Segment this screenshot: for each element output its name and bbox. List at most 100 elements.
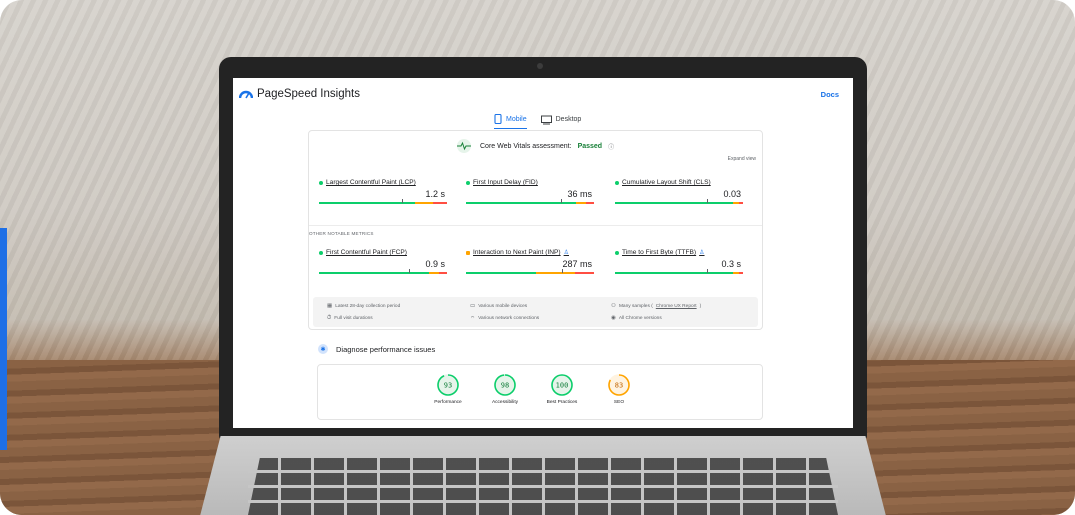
person-icon: ♙ (563, 250, 569, 256)
wifi-icon: ⌔ (470, 316, 476, 322)
score-seo[interactable]: 83 SEO (589, 373, 649, 405)
score-gauge: 100 (551, 374, 573, 396)
status-square (466, 250, 470, 255)
info-samples-suffix: ) (699, 303, 702, 309)
tab-mobile-label: Mobile (506, 115, 527, 123)
metric-fcp-label[interactable]: First Contentful Paint (FCP) (319, 249, 447, 256)
bar-good-segment (466, 272, 537, 274)
expand-view-link[interactable]: Expand view (728, 156, 756, 162)
bar-poor-segment (439, 272, 447, 274)
bar-poor-segment (586, 202, 594, 204)
person-icon: ♙ (699, 250, 705, 256)
tab-mobile[interactable]: Mobile (494, 114, 527, 129)
metric-lcp-text: Largest Contentful Paint (LCP) (326, 179, 416, 186)
info-versions: ◉ All Chrome versions (611, 315, 662, 321)
status-dot (615, 180, 619, 185)
top-bar: PageSpeed Insights Docs (233, 78, 853, 110)
metric-ttfb-value: 0.3 s (721, 259, 741, 269)
metric-cls-value: 0.03 (723, 189, 741, 199)
bar-average-segment (415, 202, 433, 204)
metric-fcp: First Contentful Paint (FCP) 0.9 s (319, 249, 447, 274)
other-metrics-heading: OTHER NOTABLE METRICS (309, 231, 374, 236)
status-dot (466, 180, 470, 185)
info-versions-text: All Chrome versions (618, 315, 662, 321)
collection-info-box: ▦ Latest 28-day collection period ⏱ Full v… (313, 297, 758, 327)
webcam-icon (537, 63, 543, 69)
bar-average-segment (576, 202, 587, 204)
metric-fid: First Input Delay (FID) 36 ms (466, 179, 594, 204)
score-label: SEO (613, 400, 625, 405)
score-performance[interactable]: 93 Performance (418, 373, 478, 405)
device-tabs: Mobile Desktop (494, 114, 581, 129)
metric-inp: Interaction to Next Paint (INP) ♙ 287 ms (466, 249, 594, 274)
bar-marker (560, 199, 562, 203)
tab-desktop[interactable]: Desktop (540, 114, 581, 129)
diagnose-heading: ✱ Diagnose performance issues (318, 344, 435, 354)
metric-cls-text: Cumulative Layout Shift (CLS) (622, 179, 711, 186)
diagnose-label: Diagnose performance issues (336, 344, 436, 354)
metric-ttfb: Time to First Byte (TTFB) ♙ 0.3 s (615, 249, 743, 274)
bar-marker (707, 199, 709, 203)
metric-ttfb-bar (615, 269, 743, 274)
bar-marker (562, 269, 563, 273)
score-value: 98 (501, 382, 509, 390)
status-dot (615, 250, 619, 255)
bar-good-segment (615, 272, 733, 274)
info-devices-text: Various mobile devices (478, 303, 528, 309)
field-data-card: Core Web Vitals assessment: Passed ⓘ Exp… (308, 130, 763, 330)
bar-good-segment (615, 202, 733, 204)
app-title: PageSpeed Insights (257, 88, 360, 100)
bar-poor-segment (739, 202, 743, 204)
metric-inp-value: 287 ms (562, 259, 592, 269)
status-dot (319, 250, 323, 255)
devices-icon: ▭ (470, 303, 476, 309)
score-label: Best Practices (546, 400, 578, 405)
cwv-assessment: Core Web Vitals assessment: Passed ⓘ (454, 139, 614, 153)
metric-cls-label[interactable]: Cumulative Layout Shift (CLS) (615, 179, 743, 186)
score-best-practices[interactable]: 100 Best Practices (532, 373, 592, 405)
bar-marker (402, 199, 404, 203)
metric-inp-label[interactable]: Interaction to Next Paint (INP) ♙ (466, 249, 594, 256)
score-gauge: 93 (437, 374, 459, 396)
background-photo: PageSpeed Insights Docs Mobile Desktop C… (0, 0, 1075, 515)
bar-poor-segment (432, 202, 447, 204)
info-durations: ⏱ Full visit durations (327, 315, 373, 322)
score-label: Performance (434, 400, 462, 405)
bar-marker (408, 269, 410, 273)
metric-ttfb-label[interactable]: Time to First Byte (TTFB) ♙ (615, 249, 743, 256)
chrome-ux-report-link[interactable]: Chrome UX Report (656, 304, 697, 309)
metric-fid-text: First Input Delay (FID) (473, 179, 538, 186)
divider (309, 225, 762, 226)
bar-average-segment (429, 272, 440, 274)
bar-marker (707, 269, 709, 273)
calendar-icon: ▦ (327, 303, 333, 309)
bar-good-segment (466, 202, 577, 204)
metric-fid-value: 36 ms (567, 189, 592, 199)
cwv-status: Passed (577, 142, 603, 150)
info-period-text: Latest 28-day collection period (335, 303, 401, 309)
score-accessibility[interactable]: 98 Accessibility (475, 373, 535, 405)
bar-good-segment (319, 202, 415, 204)
metric-fcp-value: 0.9 s (425, 259, 445, 269)
stopwatch-icon: ⏱ (327, 315, 332, 321)
info-period: ▦ Latest 28-day collection period (327, 303, 400, 309)
metric-lcp: Largest Contentful Paint (LCP) 1.2 s (319, 179, 447, 204)
info-samples-prefix: Many samples ( (618, 303, 653, 309)
info-devices: ▭ Various mobile devices (470, 303, 527, 309)
help-icon[interactable]: ⓘ (608, 142, 614, 151)
metric-inp-bar (466, 269, 594, 274)
metric-inp-text: Interaction to Next Paint (INP) (473, 249, 561, 256)
keyboard-rows (248, 458, 838, 515)
accent-bar (0, 228, 7, 450)
docs-link[interactable]: Docs (821, 90, 839, 99)
metric-fid-bar (466, 199, 594, 204)
diagnose-icon: ✱ (318, 344, 328, 354)
pulse-icon (457, 139, 471, 153)
users-icon: ⚇ (611, 303, 616, 309)
metric-fid-label[interactable]: First Input Delay (FID) (466, 179, 594, 186)
info-connections: ⌔ Various network connections (470, 315, 539, 322)
metric-fcp-text: First Contentful Paint (FCP) (326, 249, 407, 256)
lab-scores-card: 93 Performance 98 Accessibility 100 Best… (317, 364, 763, 420)
metric-cls-bar (615, 199, 743, 204)
metric-lcp-label[interactable]: Largest Contentful Paint (LCP) (319, 179, 447, 186)
